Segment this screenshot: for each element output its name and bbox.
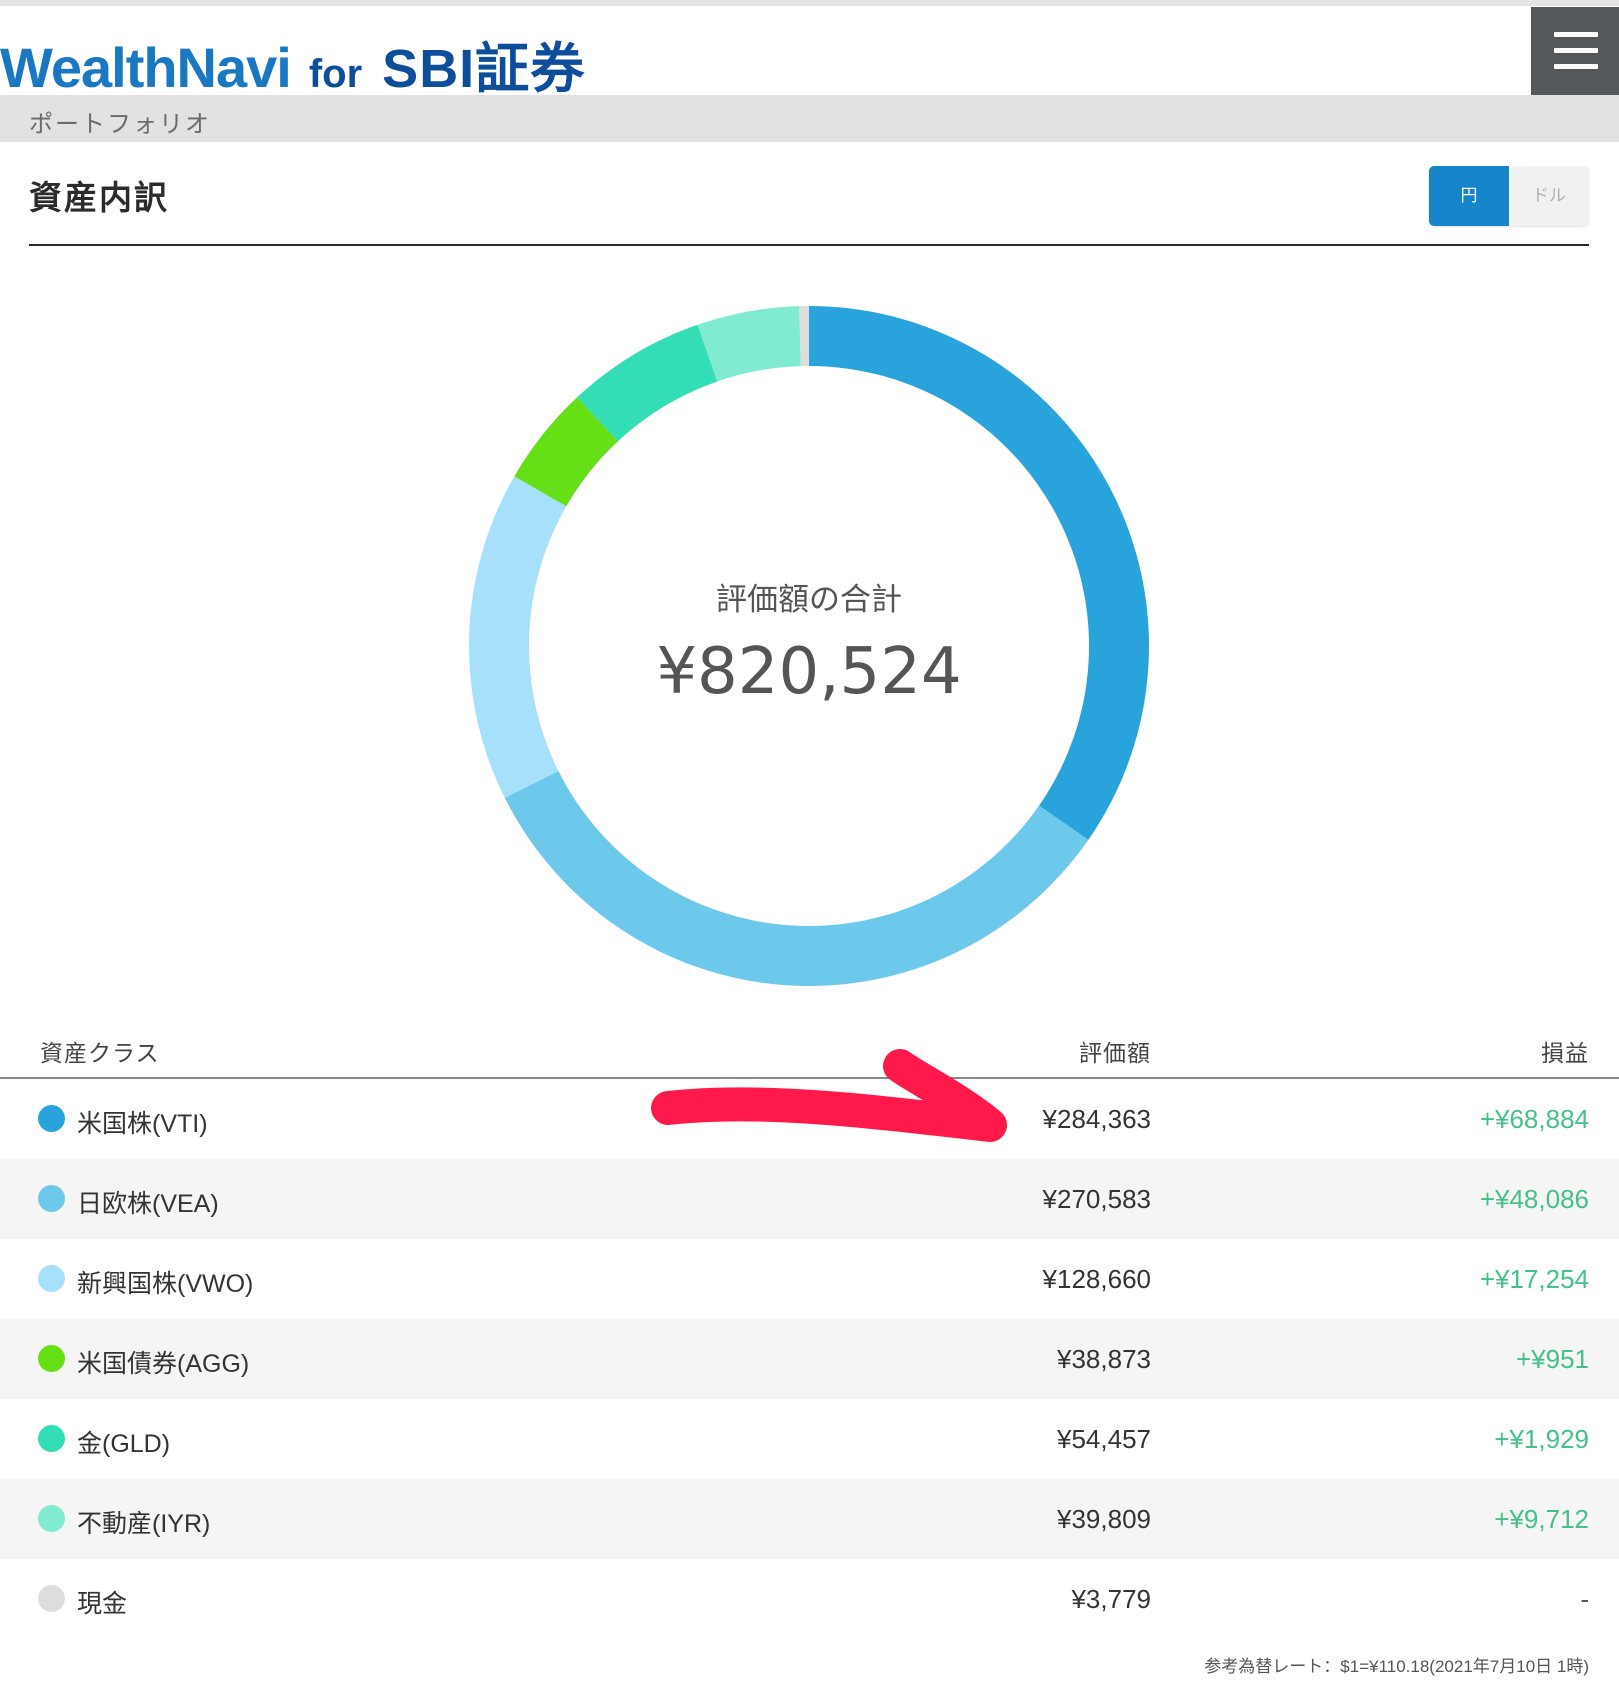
asset-donut-chart: 評価額の合計 ¥820,524 [469, 306, 1149, 986]
asset-profit: +¥68,884 [1479, 1104, 1589, 1134]
asset-name: 不動産(IYR) [77, 1510, 211, 1538]
asset-name: 金(GLD) [77, 1430, 171, 1458]
asset-value: ¥128,660 [1042, 1264, 1151, 1294]
table-row: 不動産(IYR) ¥39,809 +¥9,712 [0, 1479, 1619, 1559]
donut-center-value: ¥820,524 [656, 635, 961, 709]
currency-yen-button[interactable]: 円 [1429, 166, 1509, 226]
color-dot-icon [38, 1425, 65, 1452]
color-dot-icon [38, 1265, 65, 1292]
breadcrumb: ポートフォリオ [0, 95, 1619, 142]
logo-wealthnavi-text: WealthNavi [0, 36, 292, 99]
asset-name: 現金 [77, 1590, 128, 1618]
table-row: 新興国株(VWO) ¥128,660 +¥17,254 [0, 1239, 1619, 1319]
asset-name: 米国債券(AGG) [77, 1350, 250, 1378]
asset-value: ¥38,873 [1057, 1344, 1151, 1374]
donut-segment [469, 476, 567, 798]
header-profit: 損益 [1541, 1040, 1589, 1066]
color-dot-icon [38, 1105, 65, 1132]
asset-value: ¥3,779 [1071, 1584, 1151, 1614]
table-row: 日欧株(VEA) ¥270,583 +¥48,086 [0, 1159, 1619, 1239]
hamburger-icon-line [1554, 48, 1598, 53]
header-value: 評価額 [1079, 1040, 1151, 1066]
currency-toggle: 円 ドル [1429, 166, 1589, 226]
table-row: 米国株(VTI) ¥284,363 +¥68,884 [0, 1079, 1619, 1159]
asset-table-header: 資産クラス 評価額 損益 [0, 1018, 1619, 1078]
logo-for-text: for [308, 52, 363, 96]
asset-value: ¥270,583 [1042, 1184, 1151, 1214]
section-title: 資産内訳 [29, 179, 169, 216]
asset-profit: +¥1,929 [1494, 1424, 1589, 1454]
donut-center-label: 評価額の合計 [716, 582, 902, 618]
table-row: 米国債券(AGG) ¥38,873 +¥951 [0, 1319, 1619, 1399]
table-row: 金(GLD) ¥54,457 +¥1,929 [0, 1399, 1619, 1479]
donut-segment [799, 306, 809, 367]
color-dot-icon [38, 1505, 65, 1532]
donut-segment [809, 306, 1149, 840]
color-dot-icon [38, 1585, 65, 1612]
hamburger-icon-line [1554, 64, 1598, 69]
breadcrumb-portfolio[interactable]: ポートフォリオ [29, 104, 211, 139]
asset-name: 日欧株(VEA) [77, 1190, 219, 1218]
menu-button[interactable] [1531, 7, 1619, 95]
asset-profit: - [1580, 1584, 1589, 1614]
asset-value: ¥54,457 [1057, 1424, 1151, 1454]
asset-name: 新興国株(VWO) [77, 1270, 254, 1298]
asset-value: ¥284,363 [1042, 1104, 1151, 1134]
color-dot-icon [38, 1345, 65, 1372]
asset-profit: +¥951 [1515, 1344, 1589, 1374]
color-dot-icon [38, 1185, 65, 1212]
wealthnavi-logo[interactable]: WealthNavi for SBI証券 [0, 24, 585, 99]
table-row: 現金 ¥3,779 - [0, 1559, 1619, 1639]
currency-dollar-button[interactable]: ドル [1509, 166, 1589, 226]
logo-sbi-text: SBI証券 [382, 39, 586, 99]
donut-segment [504, 771, 1089, 986]
header-asset-class: 資産クラス [40, 1040, 160, 1066]
hamburger-icon-line [1554, 32, 1598, 37]
section-divider [29, 244, 1589, 246]
asset-profit: +¥17,254 [1479, 1264, 1589, 1294]
exchange-rate-note: 参考為替レート：$1=¥110.18(2021年7月10日 1時) [1204, 1657, 1589, 1676]
asset-profit: +¥48,086 [1479, 1184, 1589, 1214]
asset-profit: +¥9,712 [1494, 1504, 1589, 1534]
asset-value: ¥39,809 [1057, 1504, 1151, 1534]
asset-table-body: 米国株(VTI) ¥284,363 +¥68,884 日欧株(VEA) ¥270… [0, 1079, 1619, 1639]
asset-name: 米国株(VTI) [77, 1110, 208, 1138]
app-header: WealthNavi for SBI証券 [0, 6, 1619, 99]
